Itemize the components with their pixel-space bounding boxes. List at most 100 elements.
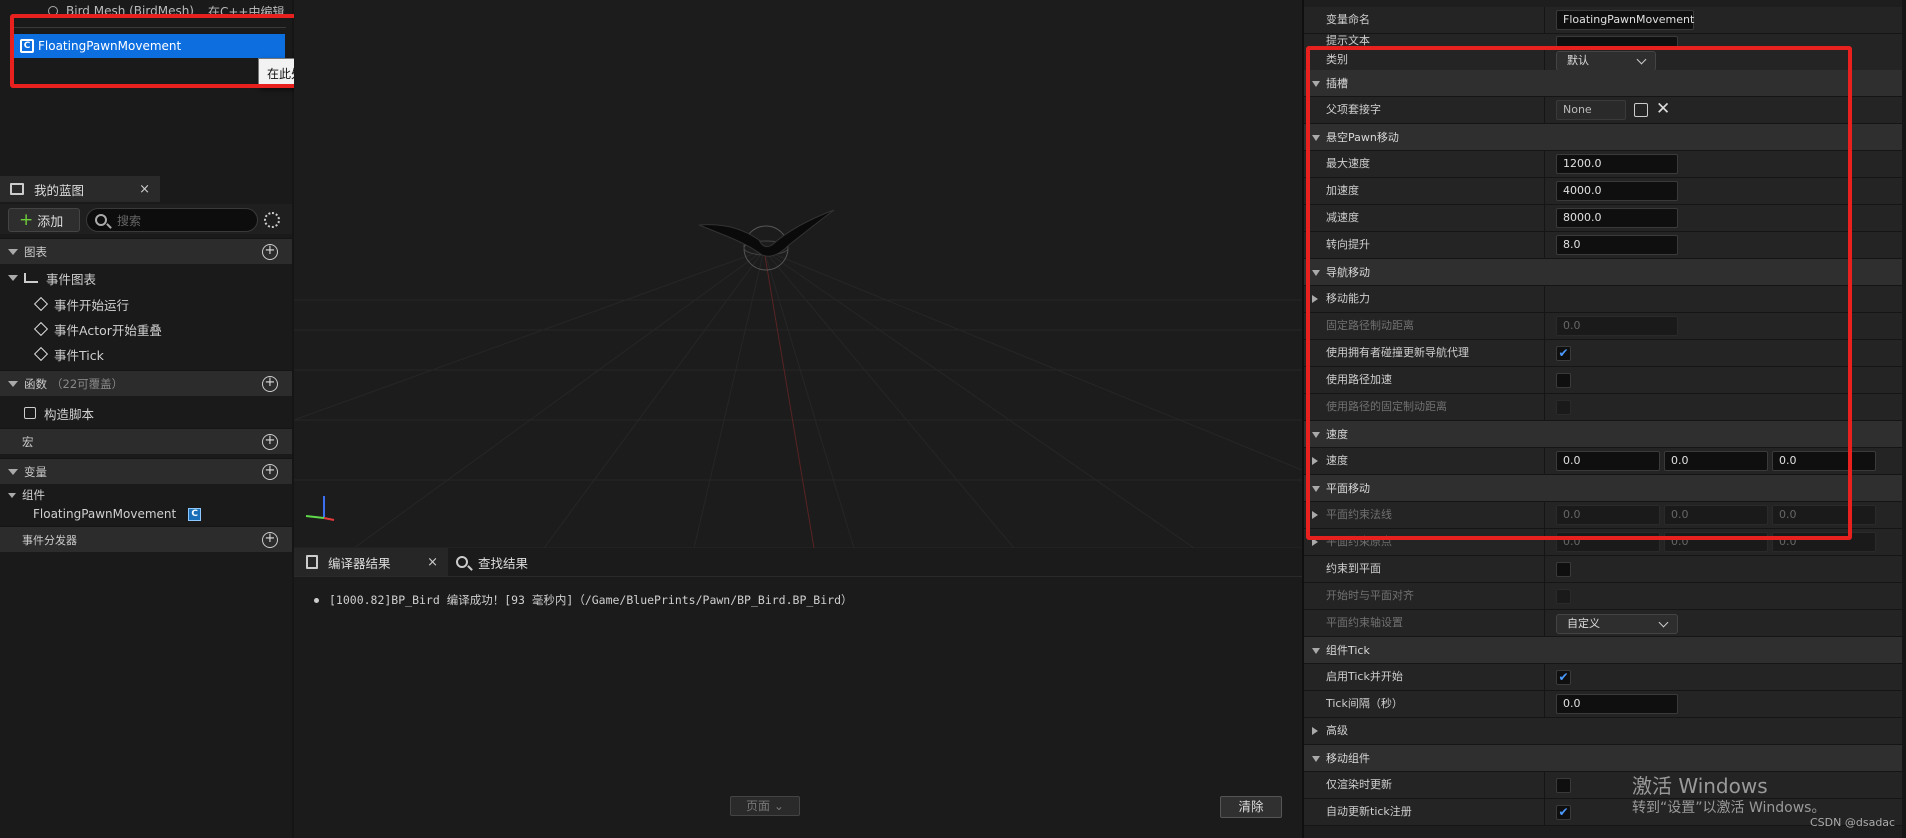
- row-label: 仅渲染时更新: [1326, 778, 1392, 791]
- activation-watermark: 激活 Windows: [1632, 774, 1768, 798]
- search-placeholder: 搜索: [117, 213, 142, 228]
- section-label: 宏: [22, 434, 34, 449]
- collapse-arrow-icon: [1312, 756, 1320, 762]
- section-label: 事件分发器: [22, 533, 77, 547]
- class-component-icon: C: [188, 507, 202, 521]
- collapse-arrow-icon: [8, 492, 16, 498]
- bird-mesh[interactable]: [698, 209, 835, 271]
- axis-gizmo: [305, 496, 335, 521]
- add-label: 添加: [37, 214, 64, 230]
- section-label: 变量: [24, 464, 47, 479]
- category-movement-component[interactable]: 移动组件: [1304, 745, 1906, 772]
- section-functions[interactable]: 函数 （22可覆盖） +: [0, 370, 292, 396]
- list-item-event[interactable]: 事件Actor开始重叠: [0, 317, 292, 341]
- column-splitter: [1544, 610, 1545, 636]
- column-splitter: [1544, 583, 1545, 609]
- construction-label: 构造脚本: [44, 406, 95, 422]
- page-dropdown[interactable]: 页面 ⌄: [730, 796, 800, 816]
- row-label: 开始时与平面对齐: [1326, 589, 1414, 602]
- viewport[interactable]: [294, 0, 1302, 548]
- left-panel: Bird Mesh (BirdMesh) 在C++中编辑 C FloatingP…: [0, 0, 292, 838]
- update-render-checkbox[interactable]: [1556, 778, 1571, 793]
- event-label: 事件Actor开始重叠: [54, 322, 162, 338]
- event-graph-label: 事件图表: [46, 271, 97, 287]
- add-dispatcher-icon[interactable]: +: [262, 532, 278, 548]
- add-function-icon[interactable]: +: [262, 376, 278, 392]
- function-icon: [24, 407, 36, 419]
- auto-register-checkbox[interactable]: ✔: [1556, 805, 1571, 820]
- collapse-arrow-icon: [1312, 648, 1320, 654]
- event-label: 事件开始运行: [54, 297, 130, 313]
- column-splitter: [1544, 799, 1545, 825]
- list-item-event[interactable]: 事件开始运行: [0, 292, 292, 316]
- column-splitter: [1544, 691, 1545, 717]
- row-tick-interval: Tick间隔（秒） 0.0: [1304, 691, 1906, 718]
- collapse-arrow-icon: [8, 468, 18, 475]
- tick-interval-input[interactable]: 0.0: [1556, 694, 1678, 714]
- source-credit: CSDN @dsadac: [1810, 816, 1896, 829]
- book-icon: [10, 183, 24, 195]
- scrollbar[interactable]: [1902, 0, 1906, 838]
- row-constrain-to-plane: 约束到平面: [1304, 556, 1906, 583]
- plus-icon: +: [19, 210, 34, 230]
- tab-label: 查找结果: [478, 555, 529, 571]
- section-sublabel: （22可覆盖）: [51, 376, 124, 391]
- row-label: 启用Tick并开始: [1326, 670, 1403, 683]
- close-icon[interactable]: ×: [427, 555, 438, 570]
- row-variable-name: 变量命名 FloatingPawnMovement: [1304, 7, 1906, 34]
- list-item-construction-script[interactable]: 构造脚本: [0, 401, 292, 425]
- variable-name-input[interactable]: FloatingPawnMovement: [1556, 10, 1694, 30]
- column-splitter: [1544, 664, 1545, 690]
- event-icon: [33, 296, 49, 312]
- close-icon[interactable]: ×: [139, 182, 150, 197]
- column-splitter: [1544, 772, 1545, 798]
- constrain-to-plane-checkbox[interactable]: [1556, 562, 1571, 577]
- add-macro-icon[interactable]: +: [262, 434, 278, 450]
- row-label: 平面约束轴设置: [1326, 616, 1403, 629]
- row-advanced[interactable]: 高级: [1304, 718, 1906, 745]
- section-variables[interactable]: 变量 +: [0, 458, 292, 484]
- bullet-icon: [314, 598, 319, 603]
- row-label: 变量命名: [1326, 13, 1370, 26]
- highlight-box: [1306, 46, 1852, 540]
- category-label: 移动组件: [1326, 752, 1370, 765]
- category-label: 组件Tick: [1326, 644, 1370, 657]
- search-icon: [456, 556, 468, 568]
- row-label: 自动更新tick注册: [1326, 805, 1412, 818]
- list-item-variable[interactable]: FloatingPawnMovement C: [0, 502, 292, 526]
- tab-compiler-results[interactable]: 编译器结果 ×: [294, 548, 448, 576]
- activation-watermark-sub: 转到“设置”以激活 Windows。: [1632, 800, 1826, 816]
- row-label: Tick间隔（秒）: [1326, 697, 1403, 710]
- section-macros[interactable]: 宏 +: [0, 428, 292, 454]
- add-variable-icon[interactable]: +: [262, 464, 278, 480]
- gear-icon[interactable]: [264, 212, 280, 228]
- add-button[interactable]: + 添加: [8, 208, 80, 232]
- event-icon: [33, 346, 49, 362]
- column-splitter: [1544, 7, 1545, 33]
- start-with-tick-checkbox[interactable]: ✔: [1556, 670, 1571, 685]
- category-component-tick[interactable]: 组件Tick: [1304, 637, 1906, 664]
- viewport-grid: [294, 209, 1302, 548]
- tree-item-event-graph[interactable]: 事件图表: [0, 266, 292, 290]
- axis-setting-dropdown[interactable]: 自定义: [1556, 614, 1678, 634]
- list-item-event[interactable]: 事件Tick: [0, 342, 292, 366]
- row-label: 约束到平面: [1326, 562, 1381, 575]
- chevron-down-icon: [1658, 617, 1669, 628]
- ue-blueprint-editor: Bird Mesh (BirdMesh) 在C++中编辑 C FloatingP…: [0, 0, 1906, 838]
- tab-my-blueprint[interactable]: 我的蓝图 ×: [0, 176, 160, 202]
- tab-label: 编译器结果: [328, 555, 391, 571]
- divider: [294, 576, 1302, 577]
- clear-button[interactable]: 清除: [1220, 796, 1282, 818]
- group-label: 组件: [22, 488, 45, 502]
- dropdown-value: 自定义: [1567, 617, 1600, 630]
- snap-to-plane-checkbox: [1556, 589, 1571, 604]
- add-graph-icon[interactable]: +: [262, 244, 278, 260]
- section-graphs[interactable]: 图表 +: [0, 238, 292, 264]
- row-snap-to-plane: 开始时与平面对齐: [1304, 583, 1906, 610]
- section-label: 函数: [24, 376, 47, 391]
- expand-arrow-icon[interactable]: [1312, 727, 1318, 735]
- section-event-dispatchers[interactable]: 事件分发器 +: [0, 526, 292, 552]
- row-update-only-if-rendered: 仅渲染时更新: [1304, 772, 1906, 799]
- tab-find-results[interactable]: 查找结果: [456, 548, 576, 576]
- search-input[interactable]: 搜索: [86, 208, 258, 232]
